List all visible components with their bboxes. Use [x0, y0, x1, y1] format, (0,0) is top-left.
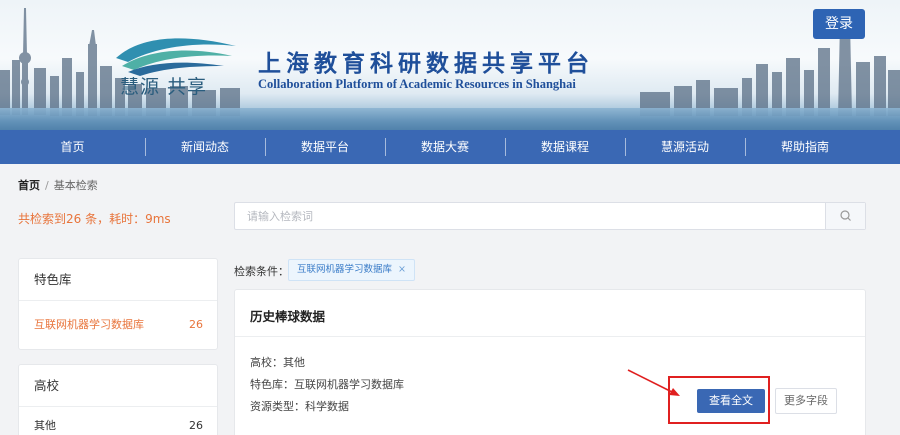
university-item-count: 26 [189, 418, 203, 432]
filter-tag: 互联网机器学习数据库 × [288, 259, 415, 281]
nav-item-data-contest[interactable]: 数据大赛 [385, 130, 505, 164]
more-fields-button[interactable]: 更多字段 [775, 388, 837, 414]
filter-tag-label: 互联网机器学习数据库 [297, 264, 393, 275]
search-box [234, 202, 866, 230]
breadcrumb-home[interactable]: 首页 [18, 179, 40, 192]
river-band [0, 108, 900, 130]
search-icon [840, 210, 851, 221]
site-subtitle: Collaboration Platform of Academic Resou… [258, 77, 576, 91]
featured-library-item-count: 26 [189, 317, 203, 331]
university-item-label: 其他 [34, 419, 56, 432]
logo-text: 慧源 共享 [120, 76, 208, 98]
site-title: 上海教育科研数据共享平台 [258, 50, 594, 77]
search-button[interactable] [825, 203, 865, 229]
nav-item-news[interactable]: 新闻动态 [145, 130, 265, 164]
university-panel: 高校 其他 26 [18, 364, 218, 435]
university-item[interactable]: 其他 26 [19, 407, 217, 435]
result-card: 历史棒球数据 高校：其他 特色库：互联网机器学习数据库 资源类型：科学数据 查看… [234, 289, 866, 435]
huiyuan-logo-icon [116, 38, 236, 76]
header-banner: 慧源 共享 上海教育科研数据共享平台 Collaboration Platfor… [0, 0, 900, 130]
result-library: 特色库：互联网机器学习数据库 [250, 378, 404, 391]
result-university: 高校：其他 [250, 356, 305, 369]
university-title: 高校 [19, 365, 217, 407]
main-navigation: 首页 新闻动态 数据平台 数据大赛 数据课程 慧源活动 帮助指南 [0, 130, 900, 164]
login-button[interactable]: 登录 [813, 9, 865, 39]
nav-item-data-courses[interactable]: 数据课程 [505, 130, 625, 164]
result-title[interactable]: 历史棒球数据 [250, 306, 325, 325]
annotation-highlight-box [668, 376, 770, 424]
breadcrumb-current: 基本检索 [53, 179, 98, 192]
result-resource-type: 资源类型：科学数据 [250, 400, 349, 413]
breadcrumb-separator: / [45, 179, 49, 192]
nav-item-data-platform[interactable]: 数据平台 [265, 130, 385, 164]
nav-item-home[interactable]: 首页 [0, 130, 145, 164]
breadcrumb: 首页 / 基本检索 [18, 177, 98, 193]
search-input[interactable] [235, 203, 825, 229]
filter-label: 检索条件： [234, 265, 289, 278]
nav-item-help[interactable]: 帮助指南 [745, 130, 865, 164]
result-count: 共检索到26 条，耗时：9ms [18, 212, 171, 226]
card-divider [235, 336, 865, 337]
featured-library-panel: 特色库 互联网机器学习数据库 26 [18, 258, 218, 350]
featured-library-item[interactable]: 互联网机器学习数据库 26 [19, 301, 217, 347]
featured-library-title: 特色库 [19, 259, 217, 301]
close-icon[interactable]: × [398, 264, 406, 275]
nav-item-activities[interactable]: 慧源活动 [625, 130, 745, 164]
featured-library-item-label: 互联网机器学习数据库 [34, 318, 144, 331]
